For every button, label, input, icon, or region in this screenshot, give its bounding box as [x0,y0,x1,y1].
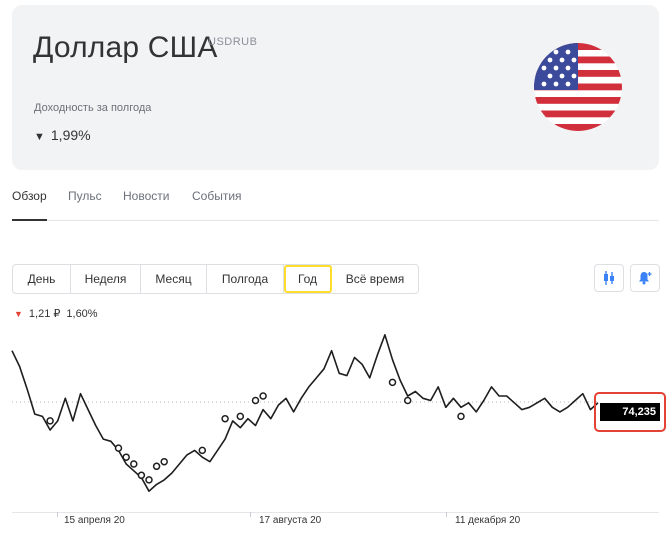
us-flag-icon [534,43,622,131]
period-year-button[interactable]: Год [284,265,332,293]
event-marker[interactable] [130,460,138,468]
event-marker[interactable] [259,392,267,400]
change-amount: 1,21 ₽ [28,308,61,320]
yield-value-row: ▼ 1,99% [34,127,91,143]
current-price-label: 74,235 [600,403,660,421]
event-marker[interactable] [114,444,123,452]
x-tick-label: 15 апреля 20 [64,515,125,526]
event-marker[interactable] [137,471,146,480]
section-tabs: Обзор Пульс Новости События [12,180,659,221]
down-arrow-icon: ▼ [34,131,45,143]
yield-value: 1,99% [50,127,91,143]
event-marker[interactable] [403,396,412,405]
event-marker[interactable] [251,396,260,405]
asset-title: Доллар США [33,31,218,64]
event-marker[interactable] [46,417,54,425]
bell-plus-icon [639,272,652,285]
event-marker[interactable] [221,414,229,423]
event-marker[interactable] [145,476,153,484]
event-marker[interactable] [388,378,397,387]
price-change: ▼ 1,21 ₽ 1,60% [14,307,98,320]
event-marker[interactable] [122,453,130,461]
yield-label: Доходность за полгода [34,102,152,114]
asset-ticker: USDRUB [208,36,258,48]
asset-header-card: Доллар США USDRUB Доходность за полгода … [12,5,659,170]
candles-icon [604,271,614,285]
chart-type-button[interactable] [594,264,624,292]
x-tick [446,512,447,517]
period-day-button[interactable]: День [13,265,71,293]
price-chart [11,334,599,492]
x-tick-label: 11 декабря 20 [455,515,521,526]
period-month-button[interactable]: Месяц [141,265,207,293]
event-marker[interactable] [160,457,168,466]
price-line [11,334,599,492]
tab-pulse[interactable]: Пульс [68,189,102,203]
tab-events[interactable]: События [192,189,242,203]
period-selector: День Неделя Месяц Полгода Год Всё время [12,264,419,294]
event-marker[interactable] [152,462,161,471]
change-down-arrow-icon: ▼ [14,309,23,319]
tab-news[interactable]: Новости [123,189,169,203]
x-axis-line [12,512,659,513]
x-tick [250,512,251,517]
period-half-year-button[interactable]: Полгода [207,265,284,293]
period-all-time-button[interactable]: Всё время [332,265,418,293]
x-tick-label: 17 августа 20 [259,515,322,526]
event-marker[interactable] [236,412,245,421]
period-week-button[interactable]: Неделя [71,265,141,293]
event-marker[interactable] [198,446,207,455]
tab-overview[interactable]: Обзор [12,189,47,221]
event-marker[interactable] [457,412,465,421]
change-percent: 1,60% [66,308,98,320]
price-alert-button[interactable] [630,264,660,292]
x-tick [57,512,58,517]
